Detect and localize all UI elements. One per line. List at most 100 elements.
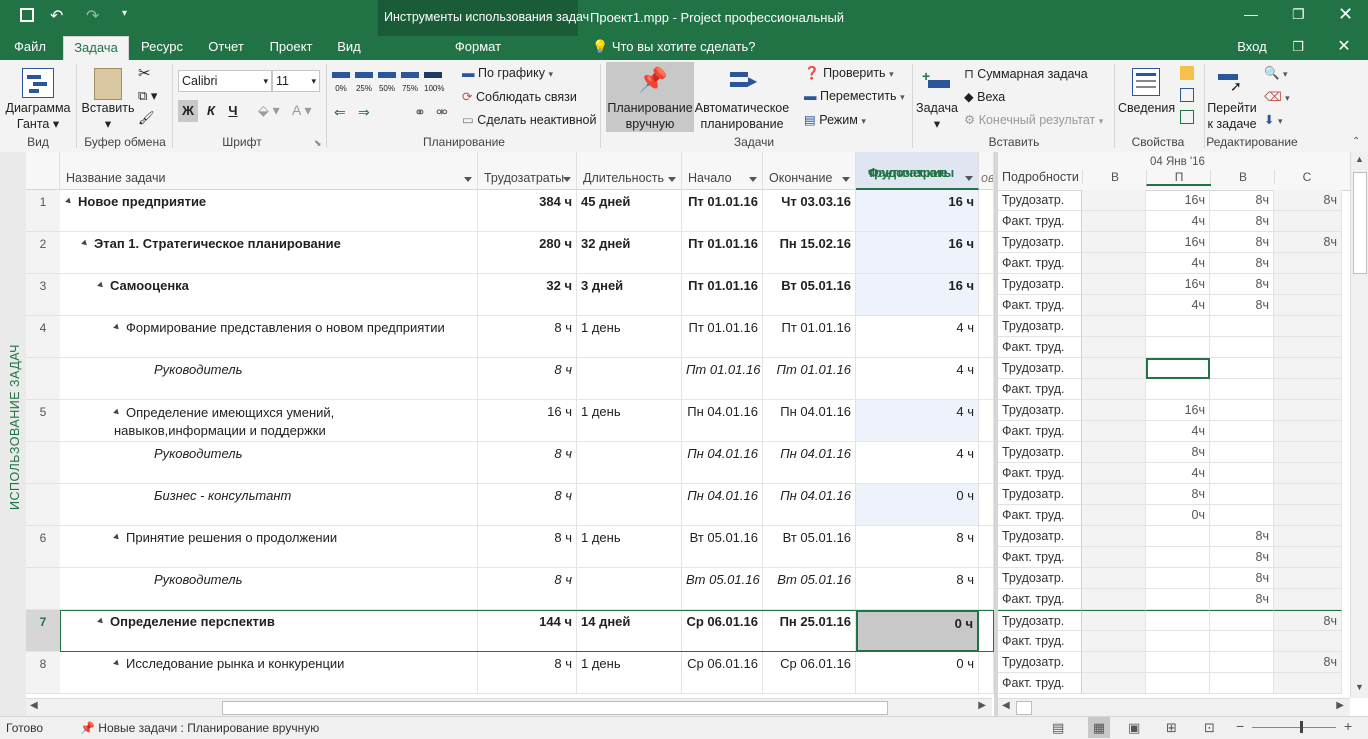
zoom-in-icon[interactable]: + <box>1344 718 1352 734</box>
timephased-cell[interactable]: 8ч <box>1274 610 1342 631</box>
timephased-cell[interactable] <box>1082 400 1146 421</box>
cell-name[interactable]: Бизнес - консультант <box>60 484 478 526</box>
cell-extra[interactable] <box>979 400 994 442</box>
timephased-cell[interactable] <box>1146 652 1210 673</box>
gantt-view-icon[interactable]: ▦ <box>1088 717 1110 738</box>
font-color-icon[interactable]: A ▾ <box>292 102 311 119</box>
cell-start[interactable]: Пн 04.01.16 <box>682 442 763 484</box>
scroll-down-icon[interactable]: ▼ <box>1355 682 1364 692</box>
cell-extra[interactable] <box>979 274 994 316</box>
cell-work[interactable]: 8 ч <box>478 358 577 400</box>
cell-finish[interactable]: Чт 03.03.16 <box>763 190 856 232</box>
inactivate-button[interactable]: ▭ Сделать неактивной <box>462 112 596 127</box>
collapse-toggle-icon[interactable] <box>81 239 89 248</box>
collapse-toggle-icon[interactable] <box>113 323 121 332</box>
underline-button[interactable]: Ч <box>224 100 242 122</box>
cell-duration[interactable]: 32 дней <box>577 232 682 274</box>
cell-extra[interactable] <box>979 190 994 232</box>
scroll-thumb[interactable] <box>222 701 888 715</box>
cell-extra[interactable] <box>979 610 994 652</box>
timephased-cell[interactable] <box>1274 379 1342 400</box>
cell-actual[interactable]: 0 ч <box>856 610 979 652</box>
font-dialog-launcher-icon[interactable]: ⬊ <box>314 138 322 149</box>
header-work[interactable]: Трудозатраты <box>478 152 577 190</box>
tell-me-search[interactable]: 💡 Что вы хотите сделать? <box>592 36 756 60</box>
timephased-cell[interactable]: 16ч <box>1146 232 1210 253</box>
collapse-toggle-icon[interactable] <box>65 197 73 206</box>
timephased-cell[interactable] <box>1210 673 1274 694</box>
timephased-cell[interactable] <box>1274 589 1342 610</box>
timephased-cell[interactable] <box>1082 568 1146 589</box>
details-icon[interactable] <box>1180 88 1194 102</box>
timephased-cell[interactable]: 8ч <box>1210 589 1274 610</box>
timephased-cell[interactable] <box>1274 673 1342 694</box>
timephased-cell[interactable] <box>1082 505 1146 526</box>
row-number[interactable] <box>26 442 60 484</box>
timephased-cell[interactable] <box>1210 610 1274 631</box>
fill-down-icon[interactable]: ⬇ ▾ <box>1264 112 1282 127</box>
timephased-cell[interactable] <box>1146 589 1210 610</box>
timephased-cell[interactable]: 16ч <box>1146 274 1210 295</box>
cell-start[interactable]: Пт 01.01.16 <box>682 316 763 358</box>
header-actual-work[interactable]: Фактические трудозатраты <box>856 152 979 190</box>
timephased-cell[interactable] <box>1146 358 1210 379</box>
cell-extra[interactable] <box>979 316 994 358</box>
timephased-cell[interactable] <box>1274 358 1342 379</box>
notes-icon[interactable] <box>1180 66 1194 80</box>
minimize-icon[interactable]: — <box>1244 6 1258 22</box>
cell-start[interactable]: Пт 01.01.16 <box>682 232 763 274</box>
timephased-cell[interactable]: 4ч <box>1146 421 1210 442</box>
cell-name[interactable]: Исследование рынка и конкуренции <box>60 652 478 694</box>
timephased-cell[interactable]: 8ч <box>1210 232 1274 253</box>
collapse-toggle-icon[interactable] <box>113 533 121 542</box>
timephased-cell[interactable] <box>1082 610 1146 631</box>
tab-format[interactable]: Формат <box>440 36 516 60</box>
timephased-cell[interactable]: 8ч <box>1210 547 1274 568</box>
font-size-select[interactable]: 11 ▾ <box>272 70 320 92</box>
tab-task[interactable]: Задача <box>63 36 129 61</box>
cell-extra[interactable] <box>979 232 994 274</box>
header-task-name[interactable]: Название задачи <box>60 152 478 190</box>
cell-finish[interactable]: Пн 04.01.16 <box>763 442 856 484</box>
row-number[interactable]: 4 <box>26 316 60 358</box>
cell-name[interactable]: Формирование представления о новом предп… <box>60 316 478 358</box>
cell-work[interactable]: 144 ч <box>478 610 577 652</box>
row-number[interactable] <box>26 484 60 526</box>
cell-work[interactable]: 16 ч <box>478 400 577 442</box>
move-button[interactable]: ▬ Переместить ▾ <box>804 89 905 103</box>
cell-start[interactable]: Вт 05.01.16 <box>682 526 763 568</box>
timephased-cell[interactable]: 8ч <box>1274 190 1342 211</box>
timephased-cell[interactable] <box>1146 673 1210 694</box>
link-icon[interactable]: ⚭ <box>414 104 426 121</box>
gantt-chart-button[interactable]: Диаграмма Ганта ▾ <box>4 100 72 132</box>
timephased-cell[interactable] <box>1274 253 1342 274</box>
row-number[interactable]: 8 <box>26 652 60 694</box>
cell-extra[interactable] <box>979 442 994 484</box>
report-view-icon[interactable]: ⊡ <box>1204 720 1215 736</box>
timephased-cell[interactable] <box>1146 316 1210 337</box>
cell-name[interactable]: Определение перспектив <box>60 610 478 652</box>
cell-work[interactable]: 8 ч <box>478 316 577 358</box>
scroll-up-icon[interactable]: ▲ <box>1355 154 1364 164</box>
timephased-cell[interactable] <box>1146 379 1210 400</box>
cell-work[interactable]: 8 ч <box>478 526 577 568</box>
timephased-cell[interactable] <box>1274 568 1342 589</box>
cell-start[interactable]: Пт 01.01.16 <box>682 274 763 316</box>
fill-color-icon[interactable]: ⬙ ▾ <box>258 102 280 119</box>
respect-links-button[interactable]: ⟳ Соблюдать связи <box>462 89 577 104</box>
cell-work[interactable]: 32 ч <box>478 274 577 316</box>
find-icon[interactable]: 🔍 ▾ <box>1264 66 1288 81</box>
goto-task-button[interactable]: Перейти к задаче <box>1204 100 1260 132</box>
cell-start[interactable]: Ср 06.01.16 <box>682 610 763 652</box>
row-number[interactable]: 6 <box>26 526 60 568</box>
timephased-cell[interactable]: 8ч <box>1274 232 1342 253</box>
scroll-thumb[interactable] <box>1016 701 1032 715</box>
filter-arrow-icon[interactable] <box>563 177 571 182</box>
timephased-cell[interactable]: 8ч <box>1210 274 1274 295</box>
cell-finish[interactable]: Пт 01.01.16 <box>763 316 856 358</box>
close-icon[interactable]: ✕ <box>1338 4 1353 25</box>
timephased-cell[interactable]: 0ч <box>1146 505 1210 526</box>
timephased-cell[interactable] <box>1082 253 1146 274</box>
clear-icon[interactable]: ⌫ ▾ <box>1264 89 1290 104</box>
cell-duration[interactable]: 1 день <box>577 652 682 694</box>
